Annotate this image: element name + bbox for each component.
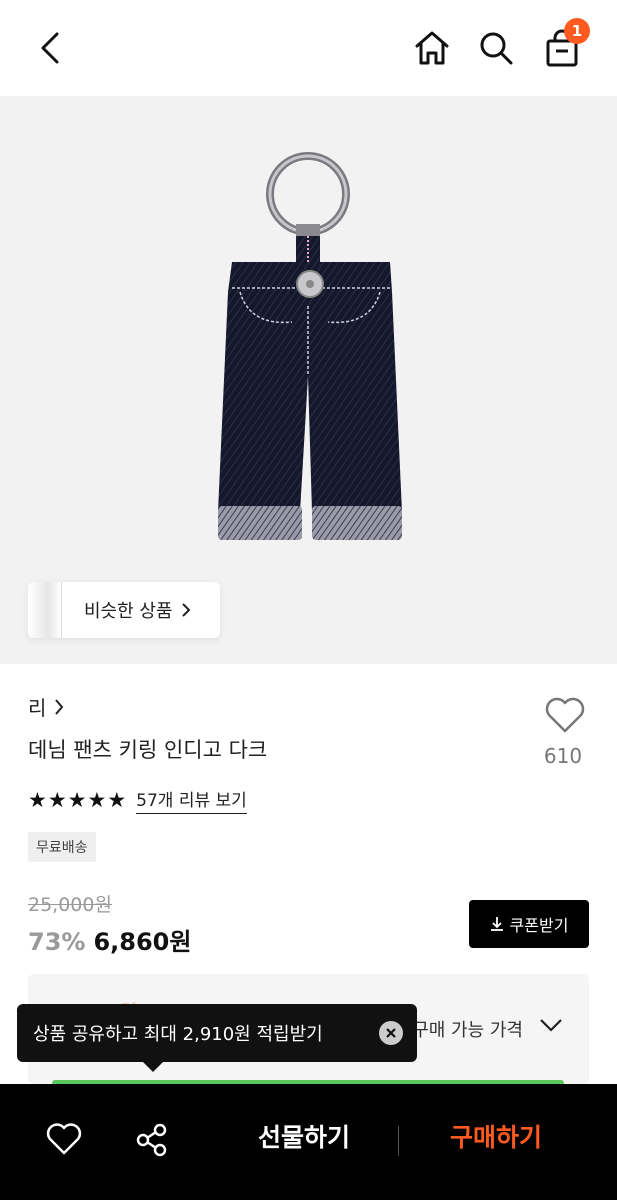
home-icon xyxy=(415,31,449,65)
share-reward-tooltip: 상품 공유하고 최대 2,910원 적립받기 xyxy=(17,1004,417,1072)
tooltip-text: 상품 공유하고 최대 2,910원 적립받기 xyxy=(33,1024,323,1045)
star-icon: ★ xyxy=(87,787,107,812)
product-image[interactable]: 비슷한 상품 xyxy=(0,96,617,664)
review-link[interactable]: 57개 리뷰 보기 xyxy=(136,786,247,814)
price-row: 73% 6,860원 xyxy=(28,922,191,957)
star-icon: ★ xyxy=(67,787,87,812)
original-price: 25,000원 xyxy=(28,894,112,916)
chevron-down-icon xyxy=(540,1019,562,1032)
star-icon: ★ xyxy=(28,787,47,812)
product-title: 데님 팬츠 키링 인디고 다크 xyxy=(28,738,268,762)
heart-outline-icon xyxy=(46,1123,82,1155)
rating-stars: ★ ★ ★ ★ ★ xyxy=(28,787,127,812)
top-app-bar: 1 xyxy=(0,0,617,96)
coupon-label: 쿠폰받기 xyxy=(509,916,569,935)
download-icon xyxy=(490,917,503,931)
benefit-price-label: 구매 가능 가격 xyxy=(412,1020,523,1041)
coupon-button[interactable]: 쿠폰받기 xyxy=(469,900,589,948)
similar-products-label: 비슷한 상품 xyxy=(84,601,173,622)
rating-row: ★ ★ ★ ★ ★ 57개 리뷰 보기 xyxy=(28,786,247,814)
denim-keyring-image xyxy=(218,152,402,540)
cart-button[interactable]: 1 xyxy=(540,18,590,70)
divider xyxy=(398,1126,399,1156)
buy-button[interactable]: 구매하기 xyxy=(424,1118,568,1154)
brand-link[interactable]: 리 xyxy=(28,692,64,721)
bottom-action-bar: 선물하기 구매하기 xyxy=(0,1084,617,1200)
search-icon xyxy=(480,32,513,65)
home-button[interactable] xyxy=(410,26,454,70)
close-circle-icon xyxy=(386,1028,396,1038)
back-button[interactable] xyxy=(28,26,72,70)
share-icon xyxy=(136,1123,167,1157)
wishlist-button[interactable] xyxy=(46,1122,82,1160)
free-shipping-badge: 무료배송 xyxy=(28,832,96,862)
brand-name: 리 xyxy=(28,696,47,720)
like-button[interactable]: 610 xyxy=(543,696,587,768)
tooltip-arrow xyxy=(143,1062,163,1072)
star-icon: ★ xyxy=(47,787,67,812)
tooltip-close-button[interactable] xyxy=(379,1021,403,1045)
gift-button[interactable]: 선물하기 xyxy=(232,1118,376,1154)
chevron-right-icon xyxy=(55,698,64,715)
similar-product-thumbnail xyxy=(28,582,62,638)
similar-products-button[interactable]: 비슷한 상품 xyxy=(28,582,220,638)
like-count: 610 xyxy=(543,744,583,768)
heart-outline-icon xyxy=(545,697,585,733)
sale-price: 6,860원 xyxy=(93,928,192,956)
chevron-right-icon xyxy=(181,603,190,617)
star-icon: ★ xyxy=(107,787,127,812)
cart-count-badge: 1 xyxy=(564,18,590,44)
share-button[interactable] xyxy=(134,1122,170,1162)
discount-rate: 73% xyxy=(28,928,86,956)
back-arrow-icon xyxy=(41,32,59,64)
search-button[interactable] xyxy=(474,26,518,70)
